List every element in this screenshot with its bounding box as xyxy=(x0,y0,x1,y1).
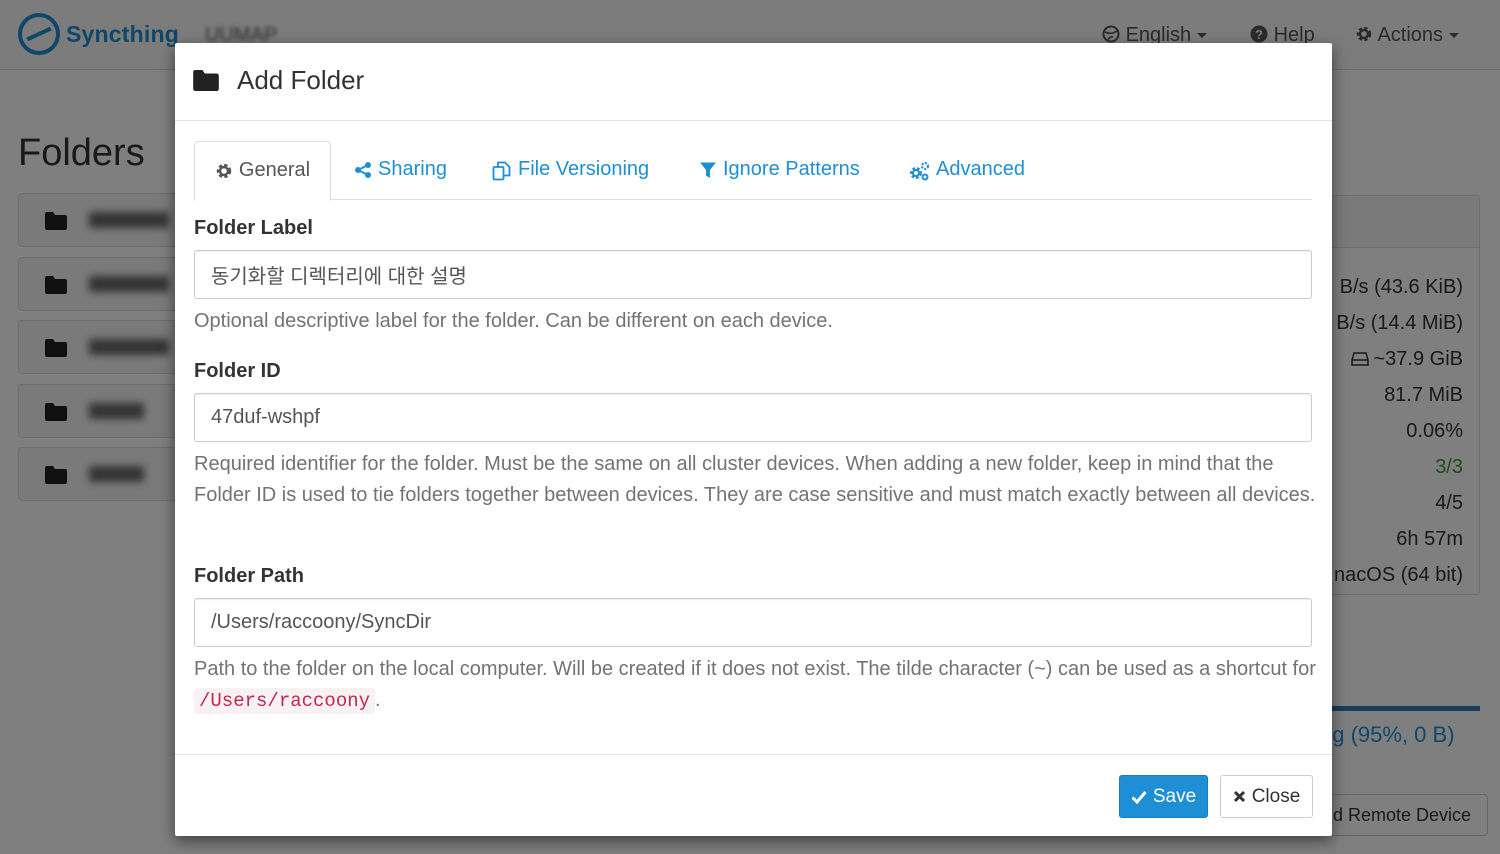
close-button[interactable]: Close xyxy=(1220,775,1313,818)
folder-path-label: Folder Path xyxy=(194,565,305,587)
folder-id-help: Required identifier for the folder. Must… xyxy=(194,453,1316,506)
modal-footer: Save Close xyxy=(175,754,1332,836)
home-path-code: /Users/raccoony xyxy=(194,688,376,714)
modal-header: Add Folder xyxy=(175,43,1332,121)
modal-title: Add Folder xyxy=(237,65,365,95)
cogs-icon xyxy=(910,161,930,181)
filter-icon xyxy=(700,162,716,178)
tab-label: Advanced xyxy=(936,158,1025,180)
close-icon xyxy=(1233,790,1245,803)
files-icon xyxy=(492,161,511,181)
folder-icon xyxy=(193,70,219,91)
save-label: Save xyxy=(1152,785,1197,807)
tab-label: General xyxy=(238,159,311,181)
tab-label: Ignore Patterns xyxy=(723,158,860,180)
save-button[interactable]: Save xyxy=(1119,775,1208,818)
folder-path-help-text: Path to the folder on the local computer… xyxy=(194,658,1316,680)
folder-path-input[interactable] xyxy=(194,598,1312,647)
tab-label: Sharing xyxy=(378,158,447,180)
gear-icon xyxy=(216,163,232,179)
tab-file-versioning[interactable]: File Versioning xyxy=(492,141,649,200)
folder-label-label: Folder Label xyxy=(194,217,313,239)
folder-label-input[interactable] xyxy=(194,250,1312,299)
tab-sharing[interactable]: Sharing xyxy=(354,141,447,200)
folder-id-label: Folder ID xyxy=(194,360,281,382)
folder-label-help: Optional descriptive label for the folde… xyxy=(194,310,833,332)
add-folder-dialog: Add Folder General Sharing File Versioni… xyxy=(175,43,1332,836)
tab-bar: General Sharing File Versioning Ignore P… xyxy=(194,141,1312,201)
tab-ignore-patterns[interactable]: Ignore Patterns xyxy=(699,141,860,200)
share-icon xyxy=(355,162,371,178)
close-label: Close xyxy=(1251,785,1301,807)
folder-path-help-suffix: . xyxy=(375,689,381,711)
tab-label: File Versioning xyxy=(518,158,650,180)
tab-general[interactable]: General xyxy=(194,141,331,201)
tab-advanced[interactable]: Advanced xyxy=(908,141,1025,200)
check-icon xyxy=(1131,790,1147,804)
folder-path-help: Path to the folder on the local computer… xyxy=(194,654,1319,717)
folder-id-input[interactable] xyxy=(194,393,1312,442)
